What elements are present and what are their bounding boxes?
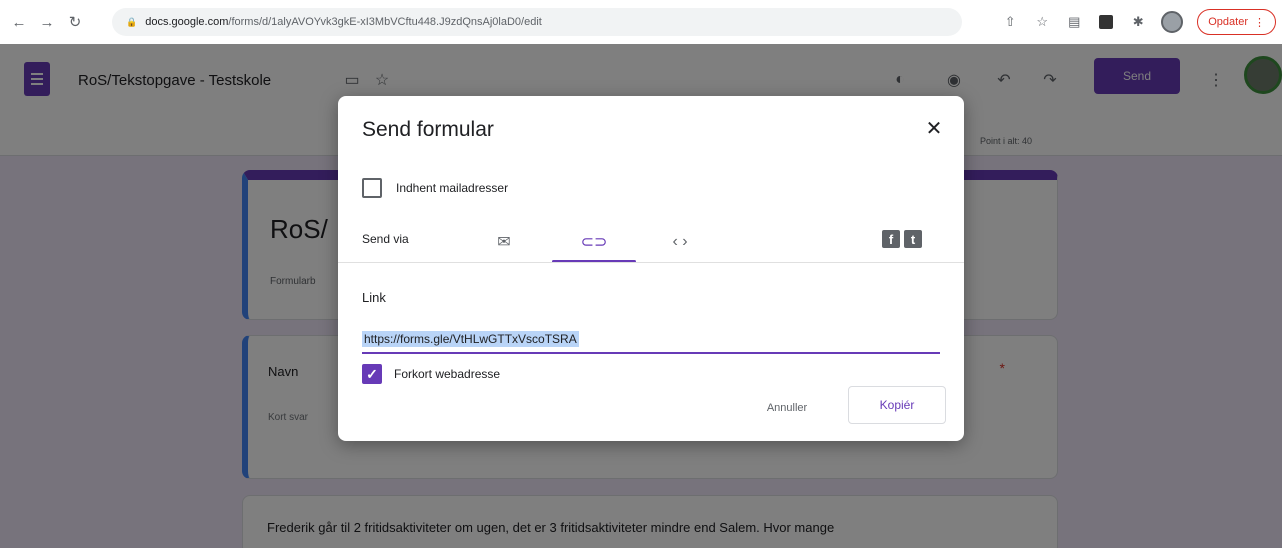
shorten-url-label: Forkort webadresse [394,367,501,381]
update-label: Opdater [1208,16,1248,28]
forward-icon[interactable]: → [36,11,58,33]
collect-emails-row[interactable]: Indhent mailadresser [362,178,508,198]
tab-embed[interactable]: ‹ › [644,224,716,260]
shorten-url-checkbox[interactable]: ✓ [362,364,382,384]
update-button[interactable]: Opdater ⋮ [1197,9,1276,35]
share-icon[interactable]: ⇧ [1001,13,1019,31]
link-heading: Link [362,290,386,305]
facebook-icon[interactable]: f [882,230,900,248]
send-via-tabs: Send via ✉ ⊂⊃ ‹ › f t [362,224,940,263]
star-icon[interactable]: ☆ [1033,13,1051,31]
address-bar[interactable]: 🔒 docs.google.com /forms/d/1alyAVOYvk3gk… [112,8,962,36]
copy-button[interactable]: Kopiér [848,386,946,424]
dialog-title: Send formular [362,118,494,141]
puzzle-icon[interactable]: ✱ [1129,13,1147,31]
link-input[interactable]: https://forms.gle/VtHLwGTTxVscoTSRA [362,330,940,354]
tab-link[interactable]: ⊂⊃ [552,224,636,263]
extension-icon[interactable] [1097,13,1115,31]
send-via-label: Send via [362,232,409,246]
divider [338,262,964,263]
twitter-icon[interactable]: t [904,230,922,248]
profile-icon[interactable] [1161,11,1184,33]
code-icon: ‹ › [672,233,688,250]
reload-icon[interactable]: ↻ [64,11,86,33]
browser-toolbar: ← → ↻ 🔒 docs.google.com /forms/d/1alyAVO… [0,0,1282,44]
collect-emails-checkbox[interactable] [362,178,382,198]
cancel-button[interactable]: Annuller [750,396,824,420]
close-icon[interactable]: ✕ [922,116,946,140]
extension-icon[interactable]: ▤ [1065,13,1083,31]
send-form-dialog: Send formular ✕ Indhent mailadresser Sen… [338,96,964,441]
link-icon: ⊂⊃ [580,234,608,251]
url-host: docs.google.com [145,16,229,28]
back-icon[interactable]: ← [8,11,30,33]
lock-icon: 🔒 [126,16,138,27]
collect-emails-label: Indhent mailadresser [396,181,509,195]
url-path: /forms/d/1alyAVOYvk3gkE-xI3MbVCftu448.J9… [228,16,542,28]
link-value[interactable]: https://forms.gle/VtHLwGTTxVscoTSRA [362,331,579,347]
menu-icon: ⋮ [1254,16,1265,29]
shorten-url-row[interactable]: ✓ Forkort webadresse [362,364,500,384]
extensions-area: ⇧ ☆ ▤ ✱ Opdater ⋮ [1001,8,1282,36]
mail-icon: ✉ [497,234,511,251]
tab-email[interactable]: ✉ [466,224,542,260]
